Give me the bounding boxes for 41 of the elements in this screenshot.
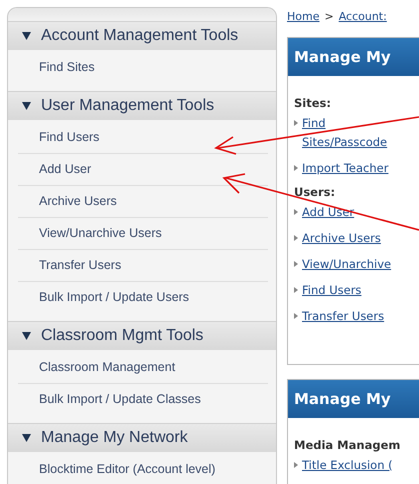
sidebar-link[interactable]: Add User — [18, 154, 268, 186]
content-link[interactable]: Find Sites/Passcode — [302, 114, 412, 152]
breadcrumb-link[interactable]: Account: — [338, 10, 387, 23]
sidebar-link[interactable]: View/Unarchive Users — [18, 218, 268, 250]
breadcrumb-link[interactable]: Home — [287, 10, 320, 23]
section-header[interactable]: Manage My Network — [8, 423, 276, 452]
section-title: User Management Tools — [41, 97, 214, 115]
panel-header: Manage My — [288, 380, 419, 418]
bullet-icon — [294, 313, 298, 319]
sidebar-link[interactable]: Bulk Import / Update Classes — [18, 384, 268, 415]
bullet-icon — [294, 261, 298, 267]
content-link[interactable]: Title Exclusion ( — [302, 456, 393, 475]
group-heading: Media Managem — [294, 438, 402, 452]
group-heading: Users: — [294, 185, 336, 199]
section-header[interactable]: Classroom Mgmt Tools — [8, 321, 276, 350]
section-header[interactable]: User Management Tools — [8, 91, 276, 120]
content-link[interactable]: Import Teacher — [302, 159, 388, 178]
content-link[interactable]: View/Unarchive — [302, 255, 392, 274]
section-title: Manage My Network — [41, 429, 188, 447]
sidebar-link[interactable]: Blocktime Editor (Account level) — [18, 454, 268, 484]
panel-header: Manage My — [288, 38, 419, 76]
bullet-icon — [294, 235, 298, 241]
bullet-icon — [294, 462, 298, 468]
group-heading: Sites: — [294, 96, 332, 110]
content-link[interactable]: Transfer Users — [302, 307, 384, 326]
bullet-icon — [294, 120, 298, 126]
sidebar-link[interactable]: Bulk Import / Update Users — [18, 282, 268, 313]
bullet-icon — [294, 209, 298, 215]
section-title: Account Management Tools — [41, 27, 238, 45]
content-link[interactable]: Find Users — [302, 281, 362, 300]
breadcrumb-separator: > — [324, 10, 334, 23]
section-header[interactable]: Account Management Tools — [8, 21, 276, 50]
sidebar-link[interactable]: Find Users — [18, 122, 268, 154]
content-link[interactable]: Archive Users — [302, 229, 381, 248]
sidebar-link[interactable]: Classroom Management — [18, 352, 268, 384]
bullet-icon — [294, 287, 298, 293]
sidebar-link[interactable]: Find Sites — [18, 52, 268, 83]
sidebar-link[interactable]: Transfer Users — [18, 250, 268, 282]
sidebar-link[interactable]: Archive Users — [18, 186, 268, 218]
bullet-icon — [294, 165, 298, 171]
section-title: Classroom Mgmt Tools — [41, 327, 204, 345]
